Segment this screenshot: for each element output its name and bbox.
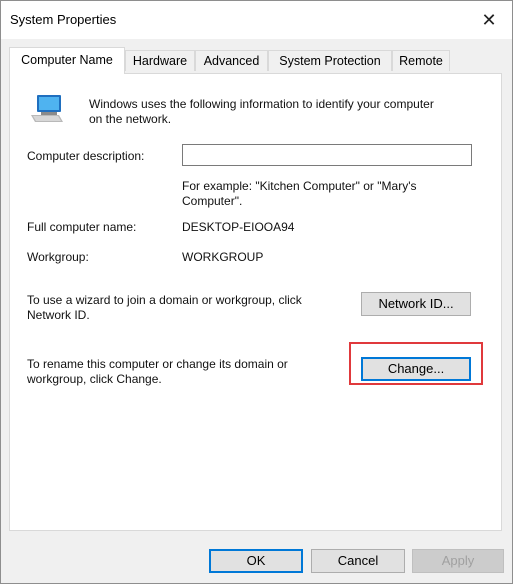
rename-line-2: workgroup, click Change. [27, 372, 162, 386]
tab-advanced[interactable]: Advanced [195, 50, 268, 71]
tab-system-protection[interactable]: System Protection [268, 50, 392, 71]
tab-label: Remote [399, 54, 443, 68]
network-id-line-2: Network ID. [27, 308, 90, 322]
cancel-button[interactable]: Cancel [311, 549, 405, 573]
tab-label: Hardware [132, 54, 188, 68]
network-id-text: To use a wizard to join a domain or work… [27, 293, 302, 323]
close-icon: ✕ [481, 9, 497, 30]
network-id-button[interactable]: Network ID... [361, 292, 471, 316]
computer-description-label: Computer description: [27, 149, 145, 163]
system-properties-window: System Properties ✕ Computer Name Hardwa… [0, 0, 513, 584]
close-button[interactable]: ✕ [466, 1, 512, 39]
intro-text: Windows uses the following information t… [89, 97, 434, 127]
network-id-line-1: To use a wizard to join a domain or work… [27, 293, 302, 307]
apply-button[interactable]: Apply [412, 549, 504, 573]
computer-icon [31, 95, 63, 122]
workgroup-label: Workgroup: [27, 250, 89, 264]
tab-label: System Protection [279, 54, 381, 68]
intro-line-1: Windows uses the following information t… [89, 97, 434, 111]
full-computer-name-value: DESKTOP-EIOOA94 [182, 220, 295, 234]
full-computer-name-label: Full computer name: [27, 220, 137, 234]
example-text: For example: "Kitchen Computer" or "Mary… [182, 179, 416, 209]
change-button[interactable]: Change... [361, 357, 471, 381]
window-title: System Properties [10, 12, 117, 27]
tab-computer-name[interactable]: Computer Name [9, 47, 125, 74]
tab-label: Advanced [203, 54, 260, 68]
rename-text: To rename this computer or change its do… [27, 357, 288, 387]
tab-hardware[interactable]: Hardware [125, 50, 195, 71]
tab-remote[interactable]: Remote [392, 50, 450, 71]
computer-description-input[interactable] [182, 144, 472, 166]
example-line-2: Computer". [182, 194, 243, 208]
intro-line-2: on the network. [89, 112, 172, 126]
rename-line-1: To rename this computer or change its do… [27, 357, 288, 371]
ok-button[interactable]: OK [209, 549, 303, 573]
example-line-1: For example: "Kitchen Computer" or "Mary… [182, 179, 417, 193]
workgroup-value: WORKGROUP [182, 250, 264, 264]
title-bar: System Properties ✕ [1, 1, 512, 39]
tab-label: Computer Name [21, 53, 113, 67]
